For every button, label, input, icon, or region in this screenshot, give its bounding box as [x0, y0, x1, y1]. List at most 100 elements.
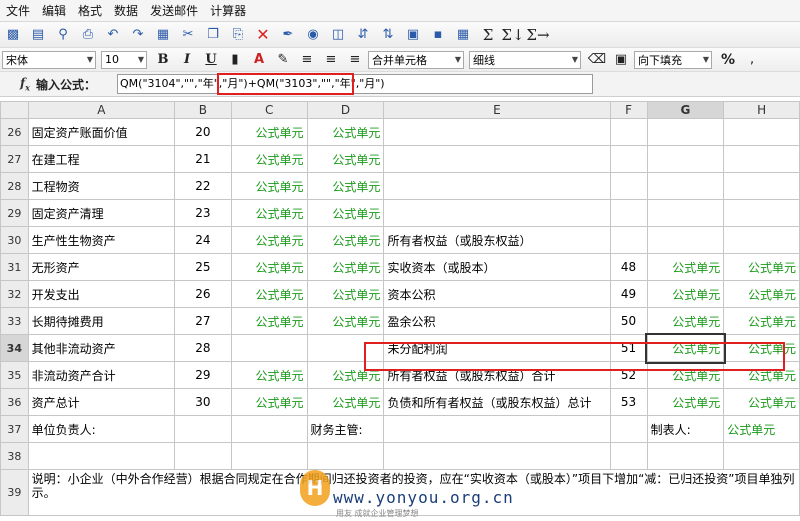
cell-g[interactable]: 公式单元	[645, 332, 726, 364]
menu-data[interactable]: 数据	[114, 2, 138, 19]
cell-b[interactable]: 25	[173, 253, 232, 281]
cell-h[interactable]	[723, 172, 800, 200]
column-header-b[interactable]: B	[173, 101, 232, 119]
cell[interactable]	[306, 442, 385, 470]
undo-icon[interactable]: ↶	[102, 24, 124, 46]
cell[interactable]: 单位负责人:	[27, 415, 175, 443]
underline-button[interactable]: U	[200, 50, 222, 70]
cell-e[interactable]	[383, 118, 611, 146]
menu-calculator[interactable]: 计算器	[210, 2, 246, 19]
cell-c[interactable]: 公式单元	[230, 307, 308, 335]
cell-f[interactable]	[609, 118, 648, 146]
sum-col-icon[interactable]: Σ→	[526, 24, 549, 46]
cell-f[interactable]	[609, 199, 648, 227]
cell-b[interactable]: 29	[173, 361, 232, 389]
cell-h[interactable]: 公式单元	[723, 388, 800, 416]
cell-f[interactable]: 52	[609, 361, 648, 389]
cell-d[interactable]: 公式单元	[306, 253, 385, 281]
cell-h[interactable]: 公式单元	[723, 334, 800, 362]
italic-button[interactable]: I	[176, 50, 198, 70]
cell-e[interactable]: 资本公积	[383, 280, 611, 308]
cell-a[interactable]: 在建工程	[27, 145, 175, 173]
cell-d[interactable]: 公式单元	[306, 361, 385, 389]
cell-f[interactable]	[609, 172, 648, 200]
row-header[interactable]: 31	[0, 253, 29, 281]
menu-file[interactable]: 文件	[6, 2, 30, 19]
note-cell[interactable]: 说明：小企业（中外合作经营）根据合同规定在合作期间归还投资者的投资，应在“实收资…	[27, 469, 800, 516]
cell[interactable]	[230, 442, 308, 470]
cell-a[interactable]: 其他非流动资产	[27, 334, 175, 362]
cell-c[interactable]: 公式单元	[230, 172, 308, 200]
cell-f[interactable]: 50	[609, 307, 648, 335]
cell[interactable]	[173, 415, 232, 443]
copy-icon[interactable]: ❐	[202, 24, 224, 46]
column-header-h[interactable]: H	[723, 101, 800, 119]
format-painter-icon[interactable]: ✒	[277, 24, 299, 46]
cell-g[interactable]: 公式单元	[646, 280, 725, 308]
cell-d[interactable]: 公式单元	[306, 145, 385, 173]
corner-cell[interactable]	[0, 101, 29, 119]
cell[interactable]	[723, 442, 800, 470]
cell-e[interactable]	[383, 199, 611, 227]
row-header[interactable]: 32	[0, 280, 29, 308]
cell-e[interactable]: 未分配利润	[383, 334, 611, 362]
cell-b[interactable]: 30	[173, 388, 232, 416]
find-icon[interactable]: ◉	[302, 24, 324, 46]
font-color-icon[interactable]: A	[248, 50, 270, 70]
cell-a[interactable]: 固定资产清理	[27, 199, 175, 227]
cell-c[interactable]: 公式单元	[230, 361, 308, 389]
cell-b[interactable]: 20	[173, 118, 232, 146]
cell[interactable]: 公式单元	[723, 415, 800, 443]
cell-b[interactable]: 23	[173, 199, 232, 227]
row-header[interactable]: 35	[0, 361, 29, 389]
cell[interactable]	[230, 415, 308, 443]
cell-f[interactable]: 51	[609, 334, 648, 362]
cell-g[interactable]	[646, 118, 725, 146]
row-header[interactable]: 36	[0, 388, 29, 416]
cell-h[interactable]: 公式单元	[723, 253, 800, 281]
sum-icon[interactable]: Σ	[477, 24, 499, 46]
cell-a[interactable]: 固定资产账面价值	[27, 118, 175, 146]
row-header[interactable]: 26	[0, 118, 29, 146]
cell-e[interactable]: 所有者权益（或股东权益）合计	[383, 361, 611, 389]
cell[interactable]: 财务主管:	[306, 415, 385, 443]
column-header-a[interactable]: A	[27, 101, 175, 119]
cell-h[interactable]: 公式单元	[723, 361, 800, 389]
cell-e[interactable]	[383, 145, 611, 173]
cell-c[interactable]: 公式单元	[230, 280, 308, 308]
redo-icon[interactable]: ↷	[127, 24, 149, 46]
menu-edit[interactable]: 编辑	[42, 2, 66, 19]
cell-g[interactable]: 公式单元	[646, 361, 725, 389]
align-left-icon[interactable]: ≡	[296, 50, 318, 70]
cell-c[interactable]: 公式单元	[230, 226, 308, 254]
menu-send-mail[interactable]: 发送邮件	[150, 2, 198, 19]
insert-icon[interactable]: ◫	[327, 24, 349, 46]
grid-icon[interactable]: ▦	[152, 24, 174, 46]
align-right-icon[interactable]: ≡	[344, 50, 366, 70]
clear-format-icon[interactable]: ⌫	[586, 50, 608, 70]
row-header[interactable]: 28	[0, 172, 29, 200]
row-header[interactable]: 33	[0, 307, 29, 335]
cell-f[interactable]	[609, 226, 648, 254]
merge-cells-select[interactable]: 合并单元格 ▼	[368, 50, 464, 69]
row-header[interactable]: 29	[0, 199, 29, 227]
cell-e[interactable]: 实收资本（或股本）	[383, 253, 611, 281]
delete-icon[interactable]: ✕	[252, 24, 274, 46]
fill-color-icon[interactable]: ▮	[224, 50, 246, 70]
cell-g[interactable]	[646, 145, 725, 173]
save-icon[interactable]: ▩	[2, 24, 24, 46]
cell-e[interactable]	[383, 172, 611, 200]
cell-c[interactable]: 公式单元	[230, 253, 308, 281]
print-icon[interactable]: ⎙	[77, 24, 99, 46]
cell-b[interactable]: 28	[173, 334, 232, 362]
cell-h[interactable]	[723, 199, 800, 227]
cell[interactable]	[383, 442, 611, 470]
cell[interactable]	[609, 415, 648, 443]
sort-asc-icon[interactable]: ⇵	[352, 24, 374, 46]
cell-h[interactable]: 公式单元	[723, 280, 800, 308]
cell-b[interactable]: 27	[173, 307, 232, 335]
row-header[interactable]: 37	[0, 415, 29, 443]
cell-g[interactable]	[646, 226, 725, 254]
cell-f[interactable]	[609, 145, 648, 173]
row-header[interactable]: 30	[0, 226, 29, 254]
